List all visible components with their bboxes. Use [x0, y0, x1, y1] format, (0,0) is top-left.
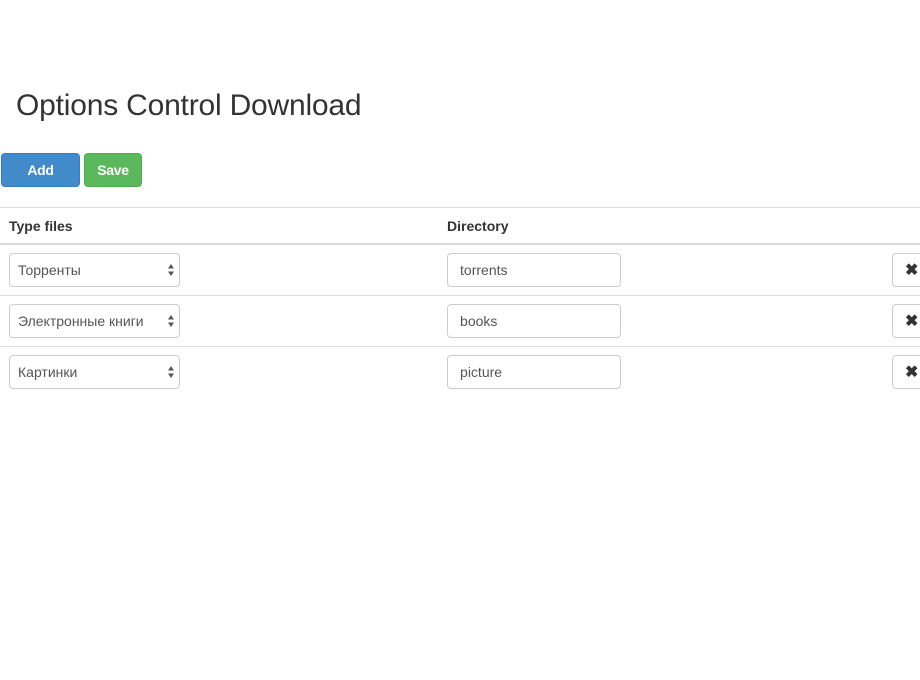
- file-type-select[interactable]: Картинки: [9, 355, 180, 389]
- file-type-select[interactable]: Торренты: [9, 253, 180, 287]
- rules-table: Type files Directory Торренты torrents ✖: [0, 207, 920, 397]
- file-type-select-value: Торренты: [18, 262, 81, 278]
- select-arrows-icon: [168, 315, 174, 327]
- table-row: Торренты torrents ✖: [0, 244, 920, 296]
- file-type-select-value: Электронные книги: [18, 313, 144, 329]
- remove-rule-button[interactable]: ✖: [892, 355, 920, 389]
- directory-input[interactable]: books: [447, 304, 622, 338]
- column-header-type-files: Type files: [0, 207, 439, 245]
- table-row: Электронные книги books ✖: [0, 295, 920, 347]
- page-title: Options Control Download: [16, 89, 362, 122]
- close-icon: ✖: [905, 364, 919, 381]
- remove-rule-button[interactable]: ✖: [892, 253, 920, 287]
- file-type-select-value: Картинки: [18, 364, 78, 380]
- directory-input[interactable]: torrents: [447, 253, 622, 287]
- column-header-action: [883, 207, 920, 245]
- remove-rule-button[interactable]: ✖: [892, 304, 920, 338]
- save-button[interactable]: Save: [84, 153, 142, 187]
- table-header-row: Type files Directory: [0, 207, 920, 245]
- directory-input[interactable]: picture: [447, 355, 622, 389]
- column-header-directory: Directory: [438, 207, 883, 245]
- select-arrows-icon: [168, 264, 174, 276]
- close-icon: ✖: [905, 313, 919, 330]
- file-type-select[interactable]: Электронные книги: [9, 304, 180, 338]
- table-row: Картинки picture ✖: [0, 347, 920, 398]
- add-rule-button[interactable]: Add rule: [1, 153, 80, 210]
- select-arrows-icon: [168, 366, 174, 378]
- close-icon: ✖: [905, 262, 919, 279]
